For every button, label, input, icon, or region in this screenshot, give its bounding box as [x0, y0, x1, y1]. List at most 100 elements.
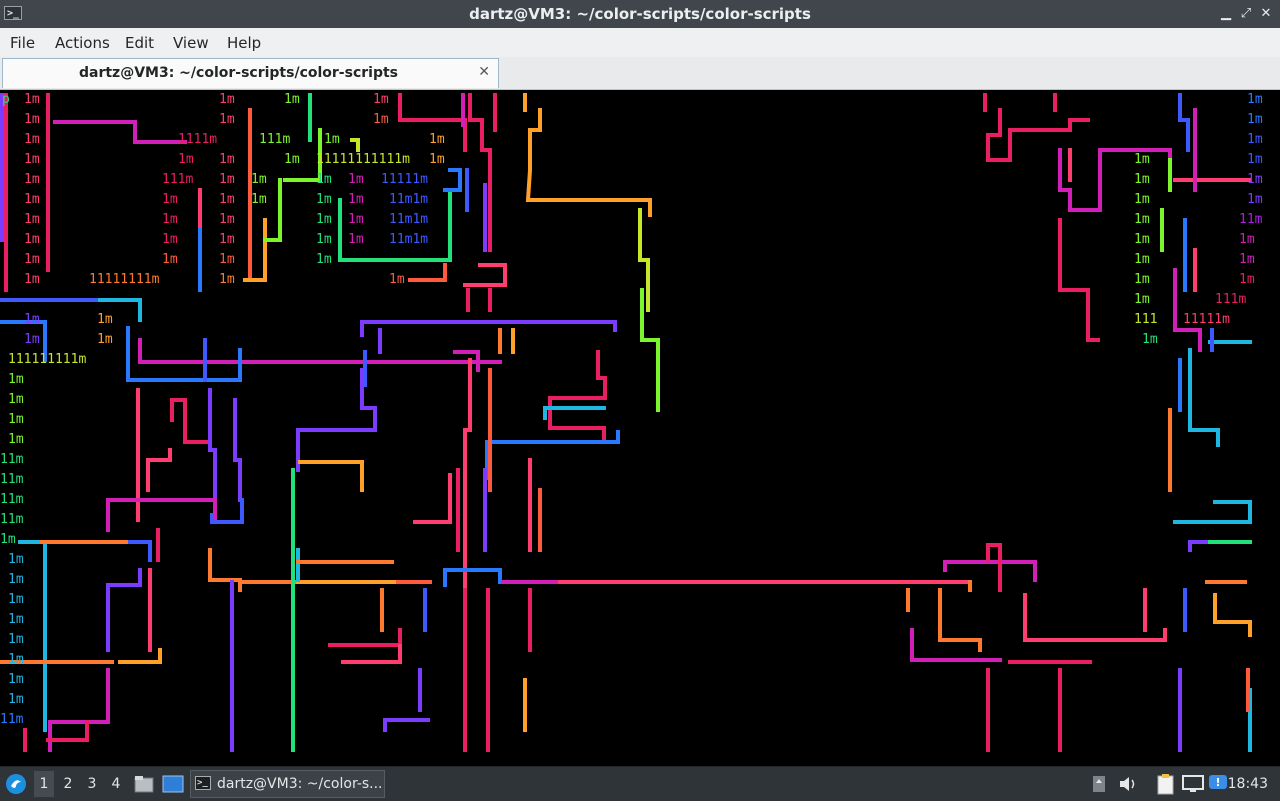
task-terminal[interactable]: >_ dartz@VM3: ~/color-s...: [190, 770, 385, 798]
terminal-glyph-cell: 1m: [219, 212, 235, 227]
terminal-glyph-cell: 1m: [219, 112, 235, 127]
terminal-glyph-cell: 1m: [178, 152, 194, 167]
terminal-output[interactable]: 1m 1m 1m 1m 1m 1m 1m 1m 1m 1m 1m 1m 1111m 1m 1m 111m 1m 1…: [0, 90, 1280, 766]
workspace-1[interactable]: 1: [34, 771, 54, 797]
terminal-glyph-cell: 1m: [8, 692, 24, 707]
terminal-glyph-cell: 1m: [219, 92, 235, 107]
file-manager-icon[interactable]: [134, 775, 154, 793]
network-icon[interactable]: [1182, 775, 1204, 793]
terminal-glyph-cell: 1m: [8, 612, 24, 627]
terminal-glyph-cell: 11111111111m: [316, 152, 410, 167]
pipe-trail: [443, 168, 462, 192]
update-notifier-icon[interactable]: !: [1208, 774, 1228, 794]
terminal-glyph-cell: 1m: [219, 152, 235, 167]
pipe-trail: [170, 398, 212, 444]
terminal-glyph-cell: 1m: [348, 212, 364, 227]
terminal-glyph-cell: 1m: [162, 212, 178, 227]
terminal-glyph-cell: 11m1m: [389, 232, 429, 247]
terminal-glyph-cell: 11m: [0, 712, 24, 727]
show-desktop-icon[interactable]: [162, 775, 184, 793]
terminal-glyph-cell: 1m: [8, 412, 24, 427]
window-titlebar[interactable]: >_ dartz@VM3: ~/color-scripts/color-scri…: [0, 0, 1280, 28]
pipe-trail: [1058, 148, 1172, 212]
terminal-glyph-cell: 1m: [1247, 192, 1263, 207]
workspace-4[interactable]: 4: [106, 776, 126, 792]
terminal-glyph-cell: 1m: [8, 592, 24, 607]
prompt-char: p: [2, 92, 10, 107]
volume-icon[interactable]: [1118, 775, 1138, 793]
pipe-trail: [328, 628, 402, 647]
terminal-glyph-cell: 1m: [316, 192, 332, 207]
terminal-glyph-cell: 11111m: [381, 172, 428, 187]
terminal-glyph-cell: 1m: [219, 252, 235, 267]
terminal-glyph-cell: 11m1m: [389, 192, 429, 207]
pipe-trail: [128, 540, 152, 562]
start-menu-icon[interactable]: [5, 773, 27, 795]
terminal-glyph-cell: 1m: [1134, 272, 1150, 287]
pipe-trail: [350, 138, 360, 152]
terminal-tab[interactable]: dartz@VM3: ~/color-scripts/color-scripts…: [2, 58, 499, 88]
terminal-glyph-cell: 1m: [1239, 252, 1255, 267]
menu-file[interactable]: File: [10, 34, 35, 52]
pipe-trail: [360, 320, 617, 337]
terminal-glyph-cell: 1m: [316, 172, 332, 187]
pipe-trail: [986, 108, 1090, 162]
pipe-trail: [46, 720, 89, 742]
terminal-glyph-cell: 111: [1134, 312, 1158, 327]
menu-actions[interactable]: Actions: [55, 34, 110, 52]
pipe-trail: [1058, 218, 1100, 342]
terminal-glyph-cell: 11m: [0, 472, 24, 487]
workspace-3[interactable]: 3: [82, 776, 102, 792]
terminal-glyph-cell: 1m: [324, 132, 340, 147]
terminal-glyph-cell: 1m: [316, 212, 332, 227]
menu-edit[interactable]: Edit: [125, 34, 154, 52]
terminal-glyph-cell: 1m: [389, 272, 405, 287]
close-window-button[interactable]: ✕: [1258, 6, 1274, 22]
pipe-trail: [938, 588, 982, 652]
terminal-glyph-cell: 1m: [1134, 172, 1150, 187]
pipe-trail: [263, 178, 282, 242]
terminal-glyph-cell: 1m: [1134, 212, 1150, 227]
terminal-glyph-cell: 1m: [373, 92, 389, 107]
tab-close-icon[interactable]: ✕: [478, 64, 490, 80]
pipe-trail: [298, 460, 364, 492]
terminal-glyph-cell: 1m: [8, 372, 24, 387]
maximize-button[interactable]: ⤢: [1238, 6, 1254, 22]
menu-view[interactable]: View: [173, 34, 209, 52]
pipe-trail: [463, 263, 507, 287]
minimize-button[interactable]: ▁: [1218, 6, 1234, 22]
pipe-trail: [138, 338, 502, 364]
terminal-glyph-cell: 1m: [24, 112, 40, 127]
terminal-glyph-cell: 1m: [162, 252, 178, 267]
terminal-glyph-cell: 1m: [1134, 252, 1150, 267]
terminal-glyph-cell: 1m: [251, 192, 267, 207]
pipe-trail: [126, 326, 242, 382]
terminal-glyph-cell: 11m: [0, 512, 24, 527]
pipe-trail: [146, 448, 172, 492]
terminal-glyph-cell: 1m: [97, 332, 113, 347]
terminal-glyph-cell: 1m: [1247, 112, 1263, 127]
terminal-glyph-cell: 1m: [8, 552, 24, 567]
workspace-2[interactable]: 2: [58, 776, 78, 792]
tray-scroll-icon[interactable]: [1092, 775, 1106, 793]
terminal-glyph-cell: 1m: [24, 192, 40, 207]
terminal-glyph-cell: 111m: [1215, 292, 1247, 307]
terminal-glyph-cell: 1m: [1247, 152, 1263, 167]
terminal-glyph-cell: 1m: [1134, 292, 1150, 307]
terminal-glyph-cell: 1m: [1247, 172, 1263, 187]
menu-help[interactable]: Help: [227, 34, 261, 52]
task-terminal-icon: >_: [195, 776, 211, 790]
terminal-glyph-cell: 1m: [373, 112, 389, 127]
terminal-glyph-cell: 1m: [429, 132, 445, 147]
pipe-trail: [525, 108, 652, 217]
clock[interactable]: 18:43: [1228, 776, 1268, 792]
terminal-glyph-cell: 1111m: [178, 132, 218, 147]
terminal-glyph-cell: 1m: [1134, 152, 1150, 167]
pipe-trail: [443, 568, 502, 587]
terminal-glyph-cell: 1m: [219, 172, 235, 187]
pipe-trail: [408, 263, 447, 282]
terminal-glyph-cell: 1m: [348, 232, 364, 247]
pipe-trail: [986, 543, 1002, 592]
terminal-glyph-cell: 11m: [0, 492, 24, 507]
clipboard-icon[interactable]: [1156, 773, 1176, 795]
